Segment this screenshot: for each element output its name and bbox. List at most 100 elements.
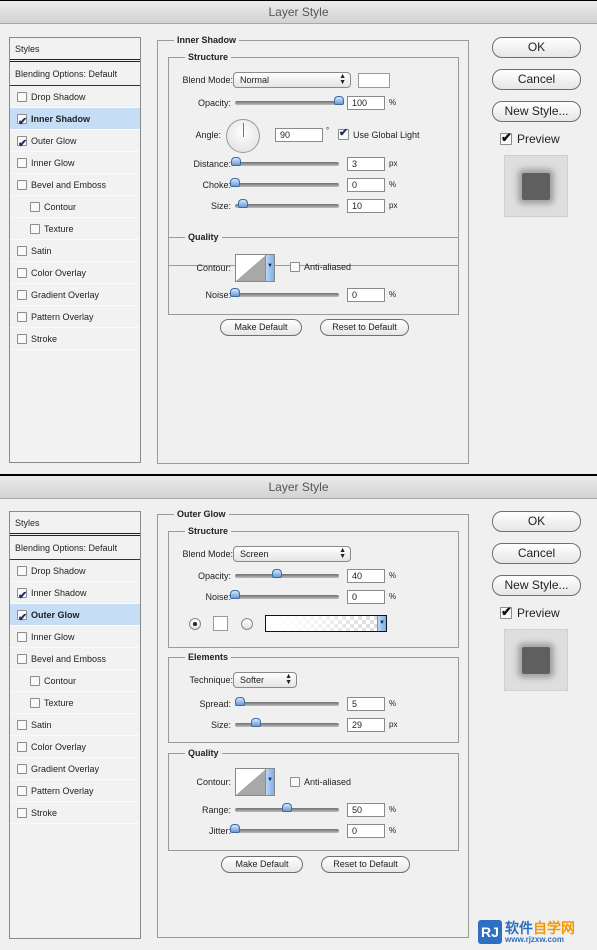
gradient-picker[interactable] [265, 615, 387, 632]
blend-mode-select[interactable]: Screen ▲ ▼ [233, 546, 351, 562]
checkbox-icon[interactable] [17, 333, 27, 344]
style-item-contour[interactable]: Contour [10, 670, 140, 692]
size-input[interactable]: 29 [347, 718, 385, 732]
checkbox-icon[interactable] [17, 719, 27, 730]
anti-aliased-checkbox[interactable]: Anti-aliased [290, 777, 351, 787]
slider-thumb[interactable] [235, 697, 246, 706]
make-default-button[interactable]: Make Default [220, 319, 302, 336]
style-item-gradient-overlay[interactable]: Gradient Overlay [10, 758, 140, 780]
checkbox-icon[interactable] [17, 653, 27, 664]
style-item-pattern-overlay[interactable]: Pattern Overlay [10, 306, 140, 328]
cancel-button[interactable]: Cancel [492, 69, 581, 90]
noise-slider[interactable] [230, 590, 339, 599]
styles-header[interactable]: Styles [10, 512, 140, 536]
checkbox-icon[interactable] [17, 763, 27, 774]
noise-input[interactable]: 0 [347, 590, 385, 604]
checkbox-icon[interactable] [17, 133, 27, 155]
style-item-inner-glow[interactable]: Inner Glow [10, 626, 140, 648]
slider-thumb[interactable] [230, 824, 240, 833]
opacity-slider[interactable] [235, 569, 339, 578]
cancel-button[interactable]: Cancel [492, 543, 581, 564]
slider-thumb[interactable] [230, 590, 240, 599]
noise-input[interactable]: 0 [347, 288, 385, 302]
anti-aliased-checkbox[interactable]: Anti-aliased [290, 262, 351, 272]
checkbox-icon[interactable] [17, 289, 27, 300]
size-input[interactable]: 10 [347, 199, 385, 213]
slider-thumb[interactable] [230, 178, 240, 187]
slider-thumb[interactable] [238, 199, 249, 208]
style-item-color-overlay[interactable]: Color Overlay [10, 736, 140, 758]
checkbox-icon[interactable] [30, 223, 40, 234]
checkbox-icon[interactable] [17, 157, 27, 168]
noise-slider[interactable] [230, 288, 339, 297]
glow-color-swatch[interactable] [213, 616, 228, 631]
checkbox-icon[interactable] [17, 311, 27, 322]
style-item-outer-glow[interactable]: Outer Glow [10, 604, 140, 629]
style-item-gradient-overlay[interactable]: Gradient Overlay [10, 284, 140, 306]
choke-slider[interactable] [230, 178, 339, 187]
new-style-button[interactable]: New Style... [492, 575, 581, 596]
style-item-inner-shadow[interactable]: Inner Shadow [10, 108, 140, 133]
checkbox-icon[interactable] [30, 697, 40, 708]
preview-checkbox[interactable]: Preview [500, 130, 560, 146]
style-item-inner-glow[interactable]: Inner Glow [10, 152, 140, 174]
solid-color-radio[interactable] [189, 618, 201, 630]
blending-options-item[interactable]: Blending Options: Default [10, 62, 140, 86]
checkbox-icon[interactable] [17, 785, 27, 796]
reset-to-default-button[interactable]: Reset to Default [321, 856, 410, 873]
opacity-input[interactable]: 100 [347, 96, 385, 110]
style-item-stroke[interactable]: Stroke [10, 328, 140, 350]
styles-header[interactable]: Styles [10, 38, 140, 62]
style-item-inner-shadow[interactable]: Inner Shadow [10, 582, 140, 607]
checkbox-icon[interactable] [30, 675, 40, 686]
use-global-light-checkbox[interactable]: Use Global Light [338, 126, 420, 140]
range-input[interactable]: 50 [347, 803, 385, 817]
angle-input[interactable]: 90 [275, 128, 323, 142]
technique-select[interactable]: Softer ▲ ▼ [233, 672, 297, 688]
checkbox-icon[interactable] [17, 245, 27, 256]
spread-input[interactable]: 5 [347, 697, 385, 711]
style-item-stroke[interactable]: Stroke [10, 802, 140, 824]
choke-input[interactable]: 0 [347, 178, 385, 192]
slider-thumb[interactable] [230, 288, 240, 297]
contour-picker[interactable] [235, 254, 275, 282]
jitter-input[interactable]: 0 [347, 824, 385, 838]
checkbox-icon[interactable] [17, 179, 27, 190]
size-slider[interactable] [235, 199, 339, 208]
style-item-drop-shadow[interactable]: Drop Shadow [10, 86, 140, 108]
slider-thumb[interactable] [282, 803, 292, 812]
style-item-satin[interactable]: Satin [10, 714, 140, 736]
checkbox-icon[interactable] [17, 585, 27, 607]
new-style-button[interactable]: New Style... [492, 101, 581, 122]
slider-thumb[interactable] [231, 157, 242, 166]
preview-checkbox[interactable]: Preview [500, 604, 560, 620]
blending-options-item[interactable]: Blending Options: Default [10, 536, 140, 560]
spread-slider[interactable] [235, 697, 339, 706]
opacity-input[interactable]: 40 [347, 569, 385, 583]
style-item-drop-shadow[interactable]: Drop Shadow [10, 560, 140, 582]
slider-thumb[interactable] [334, 96, 344, 105]
checkbox-icon[interactable] [17, 111, 27, 133]
checkbox-icon[interactable] [17, 631, 27, 642]
style-item-outer-glow[interactable]: Outer Glow [10, 130, 140, 155]
checkbox-icon[interactable] [30, 201, 40, 212]
slider-thumb[interactable] [250, 718, 261, 727]
reset-to-default-button[interactable]: Reset to Default [320, 319, 409, 336]
style-item-pattern-overlay[interactable]: Pattern Overlay [10, 780, 140, 802]
blend-mode-select[interactable]: Normal ▲ ▼ [233, 72, 351, 88]
jitter-slider[interactable] [230, 824, 339, 833]
checkbox-icon[interactable] [17, 565, 27, 576]
gradient-radio[interactable] [241, 618, 253, 630]
checkbox-icon[interactable] [17, 607, 27, 629]
distance-input[interactable]: 3 [347, 157, 385, 171]
size-slider[interactable] [235, 718, 339, 727]
ok-button[interactable]: OK [492, 511, 581, 532]
slider-thumb[interactable] [271, 569, 282, 578]
checkbox-icon[interactable] [17, 807, 27, 818]
style-item-texture[interactable]: Texture [10, 692, 140, 714]
angle-dial[interactable] [226, 119, 260, 153]
checkbox-icon[interactable] [17, 267, 27, 278]
style-item-contour[interactable]: Contour [10, 196, 140, 218]
style-item-satin[interactable]: Satin [10, 240, 140, 262]
style-item-texture[interactable]: Texture [10, 218, 140, 240]
